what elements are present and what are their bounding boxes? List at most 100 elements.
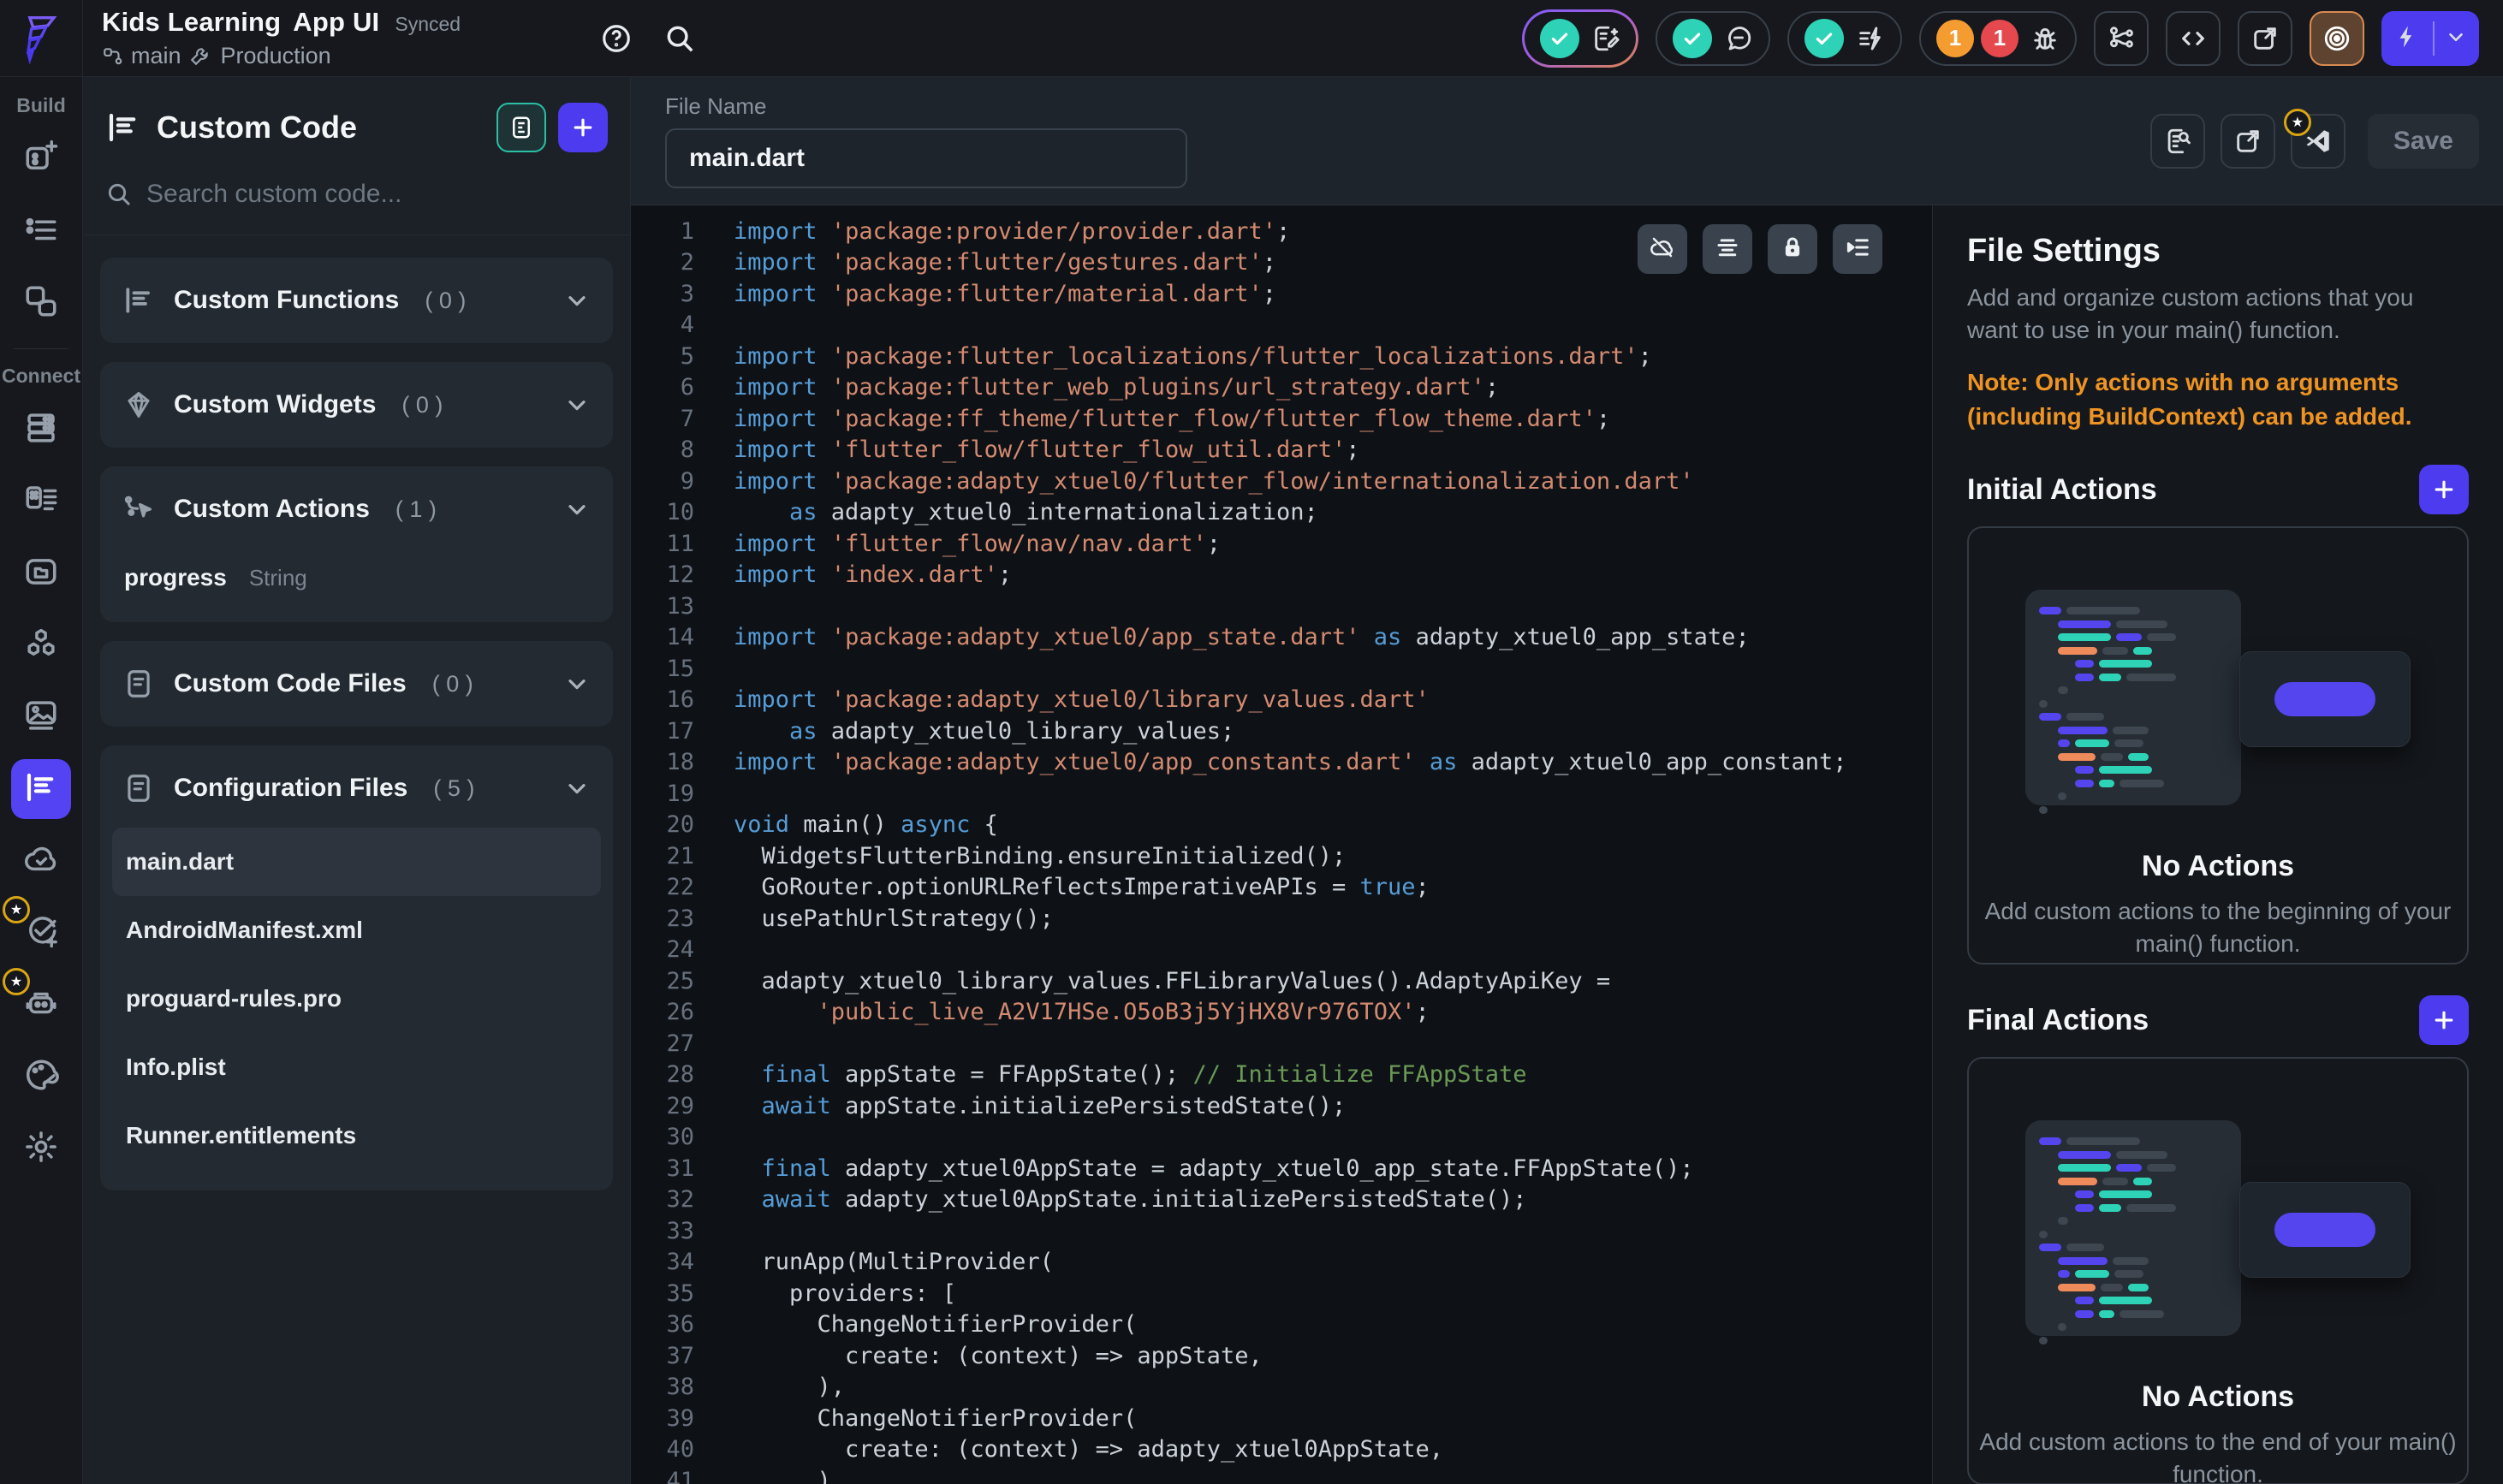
environment-name[interactable]: Production [221,43,331,69]
rail-item-assets[interactable] [11,687,71,747]
line-content: await appState.initializePersistedState(… [734,1093,1346,1119]
indent-button[interactable] [1833,224,1882,274]
database-icon [23,410,59,450]
rail-item-data-types[interactable] [11,472,71,531]
vscode-button[interactable]: ★ [2291,114,2345,169]
section-count: ( 0 ) [425,288,466,314]
line-number: 34 [646,1249,694,1275]
section-count: ( 0 ) [401,392,443,418]
status-pill-zap-lines[interactable] [1787,11,1902,66]
code-line: 29 await appState.initializePersistedSta… [646,1090,1932,1122]
zap-icon [2393,24,2423,53]
line-number: 25 [646,968,694,994]
doc-review-icon [1591,24,1620,53]
project-name: Kids Learning [102,7,281,38]
media-folder-icon [23,554,59,594]
status-pill-gradient-wrap[interactable] [1522,9,1638,68]
line-content: import 'package:ff_theme/flutter_flow/fl… [734,406,1610,432]
custom-code-icon [23,769,59,810]
code-line: 30 [646,1122,1932,1154]
file-item-proguard-rules.pro[interactable]: proguard-rules.pro [112,965,601,1033]
file-item-Runner.entitlements[interactable]: Runner.entitlements [112,1101,601,1170]
eye-target-icon [2322,24,2351,53]
code-line: 39 ChangeNotifierProvider( [646,1403,1932,1434]
tree-button[interactable] [2094,11,2149,66]
rail-item-agent[interactable]: ★ [11,975,71,1035]
widget-add-icon [23,139,59,180]
rail-item-database[interactable] [11,400,71,460]
section-header-custom-widgets[interactable]: Custom Widgets( 0 ) [100,369,613,441]
code-illustration [2025,590,2411,809]
share-icon [2250,24,2280,53]
line-content: final appState = FFAppState(); // Initia… [734,1061,1527,1088]
code-line: 5import 'package:flutter_localizations/f… [646,341,1932,372]
line-number: 9 [646,468,694,495]
rail-item-custom-code[interactable] [11,759,71,819]
file-item-main.dart[interactable]: main.dart [112,828,601,896]
share-button[interactable] [2238,11,2292,66]
section-header-configuration-files[interactable]: Configuration Files( 5 ) [100,752,613,824]
status-pill-bug[interactable]: 11 [1919,11,2077,66]
share-icon [2233,127,2262,156]
rail-item-components[interactable] [11,273,71,333]
save-button[interactable]: Save [2368,114,2479,169]
line-number: 22 [646,874,694,900]
lock-button[interactable] [1768,224,1817,274]
code-line: 25 adapty_xtuel0_library_values.FFLibrar… [646,965,1932,997]
code-line: 37 create: (context) => appState, [646,1340,1932,1372]
rail-item-page-list[interactable] [11,201,71,261]
rail-item-media-folder[interactable] [11,543,71,603]
align-center-button[interactable] [1703,224,1752,274]
cloud-off-button[interactable] [1638,224,1687,274]
line-content: ), [734,1374,845,1400]
rail-item-cloud-check[interactable] [11,831,71,891]
add-final-action-button[interactable] [2419,995,2469,1045]
doc-search-button[interactable] [2150,114,2205,169]
code-line: 16import 'package:adapty_xtuel0/library_… [646,685,1932,716]
rail-item-integrations[interactable] [11,615,71,675]
code-line: 23 usePathUrlStrategy(); [646,903,1932,935]
add-initial-action-button[interactable] [2419,465,2469,514]
section-header-custom-code-files[interactable]: Custom Code Files( 0 ) [100,648,613,720]
chevron-down-icon [563,287,591,314]
initial-actions-title: Initial Actions [1967,473,2157,507]
code-copilot-button[interactable] [496,103,546,152]
branch-name[interactable]: main [131,43,181,69]
share-button[interactable] [2221,114,2275,169]
star-badge: ★ [2284,109,2311,136]
eye-target-button[interactable] [2310,11,2364,66]
line-content: ChangeNotifierProvider( [734,1311,1137,1338]
run-divider [2433,21,2435,56]
file-name-input[interactable] [665,128,1187,188]
search-button[interactable] [652,11,707,66]
rail-item-tests[interactable]: ★ [11,903,71,963]
section-label: Custom Actions [174,495,370,524]
rail-item-theme[interactable] [11,1047,71,1107]
code-line: 38 ), [646,1372,1932,1404]
line-number: 40 [646,1436,694,1463]
section-configuration-files: Configuration Files( 5 )main.dartAndroid… [100,745,613,1190]
add-custom-code-button[interactable] [558,103,608,152]
file-item-Info.plist[interactable]: Info.plist [112,1033,601,1101]
code-tag-button[interactable] [2166,11,2221,66]
search-custom-code-input[interactable] [146,180,608,209]
project-info: Kids Learning App UI Synced main Product… [102,7,461,69]
line-content: import 'package:provider/provider.dart'; [734,218,1290,245]
section-header-custom-functions[interactable]: Custom Functions( 0 ) [100,264,613,336]
line-content: await adapty_xtuel0AppState.initializePe… [734,1186,1527,1213]
custom-action-item-progress[interactable]: progressString [100,545,613,615]
line-content: import 'package:adapty_xtuel0/library_va… [734,686,1430,713]
code-editor[interactable]: 1import 'package:provider/provider.dart'… [631,205,1932,1484]
flutterflow-logo[interactable] [0,0,83,77]
status-pill-chat[interactable] [1656,11,1770,66]
line-number: 30 [646,1124,694,1150]
section-header-custom-actions[interactable]: Custom Actions( 1 ) [100,473,613,545]
code-line: 24 [646,935,1932,966]
rail-item-settings[interactable] [11,1119,71,1178]
help-button[interactable] [589,11,644,66]
status-pill-doc-review[interactable] [1525,12,1636,65]
file-item-AndroidManifest.xml[interactable]: AndroidManifest.xml [112,896,601,965]
line-content: as adapty_xtuel0_internationalization; [734,499,1318,525]
rail-item-widget-add[interactable] [11,129,71,189]
run-button[interactable] [2381,11,2479,66]
